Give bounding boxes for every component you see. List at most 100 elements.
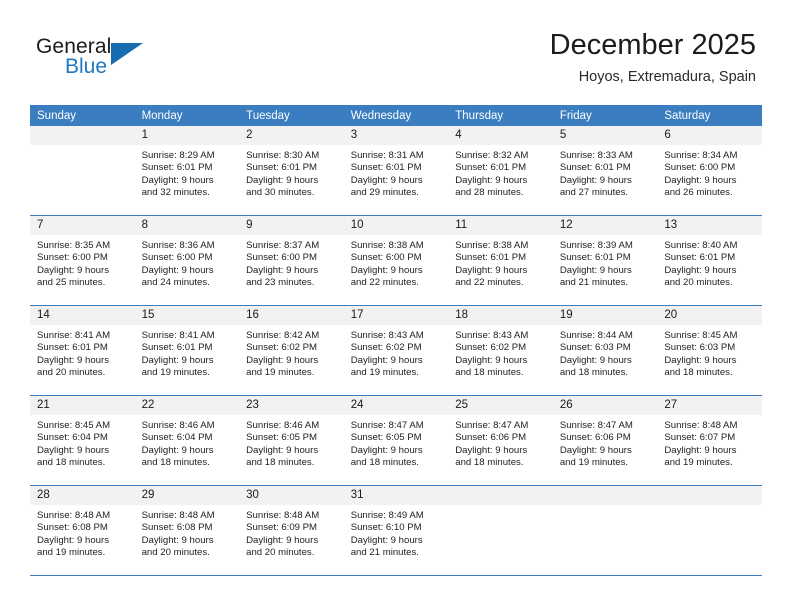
calendar-day[interactable]: 13 Sunrise: 8:40 AM Sunset: 6:01 PM Dayligh… (657, 216, 762, 306)
sunset-time: Sunset: 6:03 PM (664, 342, 736, 354)
daylight-duration-line1: Daylight: 9 hours (37, 264, 109, 276)
weekday-header-thursday: Thursday (448, 105, 553, 126)
daylight-duration-line2: and 18 minutes. (37, 456, 106, 468)
calendar-cell: 30 Sunrise: 8:48 AM Sunset: 6:09 PM Dayligh… (239, 486, 344, 576)
daylight-duration-line2: and 19 minutes. (141, 366, 210, 378)
sunrise-time: Sunrise: 8:30 AM (246, 150, 320, 161)
day-number (657, 486, 762, 505)
daylight-duration-line2: and 20 minutes. (141, 546, 210, 558)
calendar-day[interactable]: 28 Sunrise: 8:48 AM Sunset: 6:08 PM Dayligh… (30, 486, 135, 576)
calendar-day[interactable]: 20 Sunrise: 8:45 AM Sunset: 6:03 PM Dayligh… (657, 306, 762, 396)
sunrise-time: Sunrise: 8:40 AM (664, 240, 738, 251)
sunset-time: Sunset: 6:09 PM (246, 522, 318, 534)
sunrise-time: Sunrise: 8:32 AM (455, 150, 529, 161)
daylight-duration-line2: and 19 minutes. (664, 456, 733, 468)
calendar-day[interactable]: 6 Sunrise: 8:34 AM Sunset: 6:00 PM Daylight… (657, 126, 762, 216)
calendar-day[interactable]: 23 Sunrise: 8:46 AM Sunset: 6:05 PM Dayligh… (239, 396, 344, 486)
calendar-cell: 4 Sunrise: 8:32 AM Sunset: 6:01 PM Daylight… (448, 126, 553, 216)
day-number: 8 (134, 216, 240, 235)
daylight-duration-line1: Daylight: 9 hours (141, 444, 214, 456)
calendar-week-row: 14 Sunrise: 8:41 AM Sunset: 6:01 PM Dayligh… (30, 306, 762, 396)
calendar-day[interactable]: 16 Sunrise: 8:42 AM Sunset: 6:02 PM Dayligh… (239, 306, 344, 396)
calendar-cell: 29 Sunrise: 8:48 AM Sunset: 6:08 PM Dayligh… (134, 486, 240, 576)
calendar-day[interactable]: 31 Sunrise: 8:49 AM Sunset: 6:10 PM Dayligh… (343, 486, 449, 576)
calendar-cell: 9 Sunrise: 8:37 AM Sunset: 6:00 PM Daylight… (239, 216, 344, 306)
day-details: Sunrise: 8:31 AM Sunset: 6:01 PM Daylight:… (344, 145, 449, 199)
daylight-duration-line2: and 19 minutes. (246, 366, 315, 378)
calendar-day[interactable]: 27 Sunrise: 8:48 AM Sunset: 6:07 PM Dayligh… (657, 396, 762, 486)
calendar-day[interactable]: 30 Sunrise: 8:48 AM Sunset: 6:09 PM Dayligh… (239, 486, 344, 576)
calendar-cell: 20 Sunrise: 8:45 AM Sunset: 6:03 PM Dayligh… (657, 306, 762, 396)
sunset-time: Sunset: 6:04 PM (141, 432, 213, 444)
calendar-day[interactable]: 2 Sunrise: 8:30 AM Sunset: 6:01 PM Daylight… (239, 126, 344, 216)
calendar-day[interactable]: 5 Sunrise: 8:33 AM Sunset: 6:01 PM Daylight… (552, 126, 658, 216)
calendar-day[interactable]: 18 Sunrise: 8:43 AM Sunset: 6:02 PM Dayligh… (448, 306, 553, 396)
day-number: 7 (30, 216, 135, 235)
calendar-day[interactable]: 24 Sunrise: 8:47 AM Sunset: 6:05 PM Dayligh… (343, 396, 449, 486)
sunrise-time: Sunrise: 8:44 AM (559, 330, 633, 341)
calendar-day[interactable]: 7 Sunrise: 8:35 AM Sunset: 6:00 PM Daylight… (30, 216, 135, 306)
sunset-time: Sunset: 6:00 PM (246, 252, 318, 264)
daylight-duration-line1: Daylight: 9 hours (37, 444, 109, 456)
calendar-day[interactable]: 29 Sunrise: 8:48 AM Sunset: 6:08 PM Dayligh… (134, 486, 240, 576)
calendar-day[interactable]: 26 Sunrise: 8:47 AM Sunset: 6:06 PM Dayligh… (552, 396, 658, 486)
calendar-day[interactable]: 1 Sunrise: 8:29 AM Sunset: 6:01 PM Daylight… (134, 126, 240, 216)
calendar-day[interactable]: 25 Sunrise: 8:47 AM Sunset: 6:06 PM Dayligh… (448, 396, 553, 486)
sunrise-time: Sunrise: 8:33 AM (559, 150, 633, 161)
sunset-time: Sunset: 6:08 PM (37, 522, 108, 534)
sunrise-time: Sunrise: 8:47 AM (559, 420, 633, 431)
calendar-day[interactable]: 10 Sunrise: 8:38 AM Sunset: 6:00 PM Dayligh… (343, 216, 449, 306)
calendar-day[interactable]: 4 Sunrise: 8:32 AM Sunset: 6:01 PM Daylight… (448, 126, 553, 216)
calendar-day[interactable]: 15 Sunrise: 8:41 AM Sunset: 6:01 PM Dayligh… (134, 306, 240, 396)
calendar-day[interactable]: 22 Sunrise: 8:46 AM Sunset: 6:04 PM Dayligh… (134, 396, 240, 486)
calendar-day[interactable]: 19 Sunrise: 8:44 AM Sunset: 6:03 PM Dayligh… (552, 306, 658, 396)
sunset-time: Sunset: 6:06 PM (455, 432, 527, 444)
day-number (552, 486, 658, 505)
calendar-day[interactable]: 17 Sunrise: 8:43 AM Sunset: 6:02 PM Dayligh… (343, 306, 449, 396)
calendar-day[interactable]: 14 Sunrise: 8:41 AM Sunset: 6:01 PM Dayligh… (30, 306, 135, 396)
day-details: Sunrise: 8:30 AM Sunset: 6:01 PM Daylight:… (239, 145, 344, 199)
calendar-day[interactable]: 9 Sunrise: 8:37 AM Sunset: 6:00 PM Daylight… (239, 216, 344, 306)
calendar-cell: 28 Sunrise: 8:48 AM Sunset: 6:08 PM Dayligh… (30, 486, 135, 576)
calendar-day[interactable]: 8 Sunrise: 8:36 AM Sunset: 6:00 PM Daylight… (134, 216, 240, 306)
daylight-duration-line2: and 32 minutes. (141, 186, 210, 198)
daylight-duration-line1: Daylight: 9 hours (455, 354, 528, 366)
daylight-duration-line1: Daylight: 9 hours (350, 444, 423, 456)
calendar-day[interactable]: 21 Sunrise: 8:45 AM Sunset: 6:04 PM Dayligh… (30, 396, 135, 486)
day-number: 6 (657, 126, 762, 145)
general-blue-logo[interactable]: General Blue (36, 35, 186, 87)
sunset-time: Sunset: 6:04 PM (37, 432, 108, 444)
sunset-time: Sunset: 6:08 PM (141, 522, 213, 534)
sunrise-time: Sunrise: 8:47 AM (455, 420, 529, 431)
daylight-duration-line1: Daylight: 9 hours (664, 354, 737, 366)
day-number: 2 (239, 126, 344, 145)
sunrise-time: Sunrise: 8:48 AM (246, 510, 320, 521)
sunset-time: Sunset: 6:01 PM (455, 162, 527, 174)
calendar-day-empty (552, 486, 658, 576)
daylight-duration-line1: Daylight: 9 hours (141, 354, 214, 366)
daylight-duration-line2: and 18 minutes. (559, 366, 629, 378)
calendar-day[interactable]: 12 Sunrise: 8:39 AM Sunset: 6:01 PM Dayligh… (552, 216, 658, 306)
calendar-day[interactable]: 11 Sunrise: 8:38 AM Sunset: 6:01 PM Dayligh… (448, 216, 553, 306)
daylight-duration-line1: Daylight: 9 hours (455, 264, 528, 276)
day-number: 16 (239, 306, 344, 325)
calendar-cell: 3 Sunrise: 8:31 AM Sunset: 6:01 PM Daylight… (343, 126, 449, 216)
page-header: General Blue December 2025 Hoyos, Extrem… (0, 0, 792, 100)
sunrise-time: Sunrise: 8:46 AM (246, 420, 320, 431)
calendar-page: General Blue December 2025 Hoyos, Extrem… (0, 0, 792, 612)
sunset-time: Sunset: 6:01 PM (559, 162, 631, 174)
calendar-cell: 19 Sunrise: 8:44 AM Sunset: 6:03 PM Dayligh… (552, 306, 658, 396)
daylight-duration-line2: and 21 minutes. (559, 276, 629, 288)
daylight-duration-line1: Daylight: 9 hours (141, 534, 214, 546)
calendar-day[interactable]: 3 Sunrise: 8:31 AM Sunset: 6:01 PM Daylight… (343, 126, 449, 216)
daylight-duration-line1: Daylight: 9 hours (246, 354, 319, 366)
calendar-week-row: 7 Sunrise: 8:35 AM Sunset: 6:00 PM Daylight… (30, 216, 762, 306)
calendar-cell: 27 Sunrise: 8:48 AM Sunset: 6:07 PM Dayligh… (657, 396, 762, 486)
calendar-day-empty (448, 486, 553, 576)
day-number (30, 126, 135, 145)
sunset-time: Sunset: 6:00 PM (141, 252, 213, 264)
calendar-cell: 13 Sunrise: 8:40 AM Sunset: 6:01 PM Dayligh… (657, 216, 762, 306)
sunrise-time: Sunrise: 8:43 AM (455, 330, 529, 341)
daylight-duration-line2: and 29 minutes. (350, 186, 419, 198)
daylight-duration-line1: Daylight: 9 hours (559, 264, 632, 276)
